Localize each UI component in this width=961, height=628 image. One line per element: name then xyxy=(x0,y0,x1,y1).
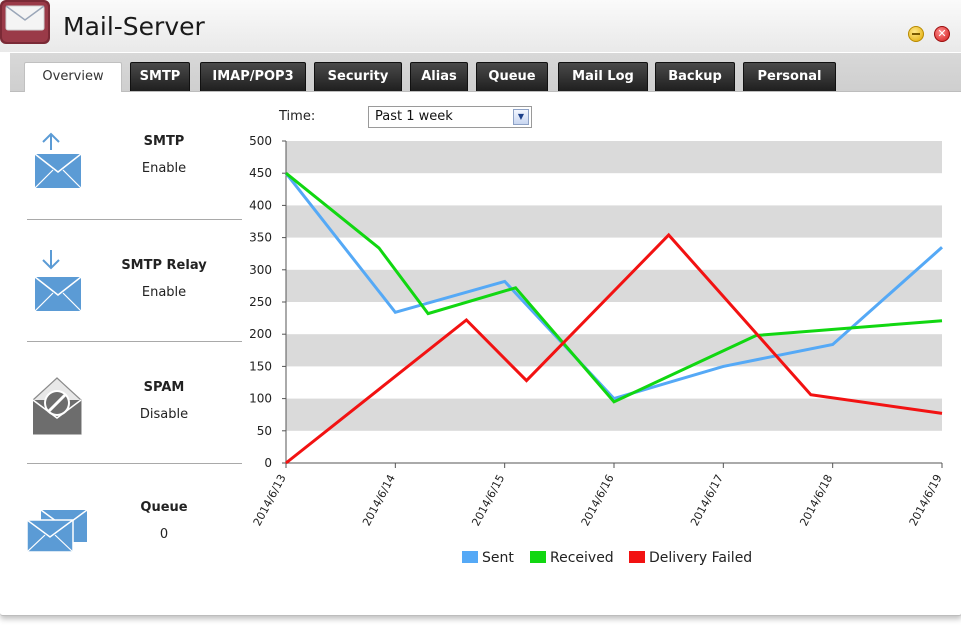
x-tick-label: 2014/6/17 xyxy=(688,472,726,528)
x-tick-label: 2014/6/18 xyxy=(797,472,835,528)
x-tick-label: 2014/6/14 xyxy=(360,472,398,528)
y-tick-label: 150 xyxy=(249,359,272,373)
x-tick-label: 2014/6/15 xyxy=(469,472,507,528)
legend-label: Received xyxy=(550,550,614,566)
legend-item-delivery-failed: Delivery Failed xyxy=(629,550,752,566)
mail-traffic-chart: 0 50 100 150 200 250 300 350 400 450 500 2014/6/13 2… xyxy=(249,134,945,528)
legend-item-sent: Sent xyxy=(462,550,514,566)
y-tick-label: 300 xyxy=(249,263,272,277)
legend-swatch-received xyxy=(530,551,546,563)
legend-swatch-sent xyxy=(462,551,478,563)
y-tick-label: 200 xyxy=(249,327,272,341)
y-tick-label: 100 xyxy=(249,392,272,406)
x-tick-label: 2014/6/16 xyxy=(579,472,617,528)
y-tick-label: 0 xyxy=(264,456,272,470)
legend-item-received: Received xyxy=(530,550,614,566)
chart-band xyxy=(286,141,942,174)
y-tick-label: 500 xyxy=(249,134,272,148)
legend-label: Sent xyxy=(482,550,514,566)
x-tick-label: 2014/6/13 xyxy=(251,472,289,528)
chart-band xyxy=(286,334,942,367)
legend-swatch-failed xyxy=(629,551,645,563)
chart-band xyxy=(286,205,942,238)
mail-server-window: Mail-Server ✕ Overview SMTP IMAP/POP3 Se… xyxy=(0,0,961,616)
legend-label: Delivery Failed xyxy=(649,550,753,566)
y-tick-label: 400 xyxy=(249,198,272,212)
y-tick-label: 450 xyxy=(249,166,272,180)
y-tick-label: 250 xyxy=(249,295,272,309)
y-tick-label: 50 xyxy=(257,424,272,438)
y-tick-label: 350 xyxy=(249,231,272,245)
x-tick-label: 2014/6/19 xyxy=(907,472,945,528)
